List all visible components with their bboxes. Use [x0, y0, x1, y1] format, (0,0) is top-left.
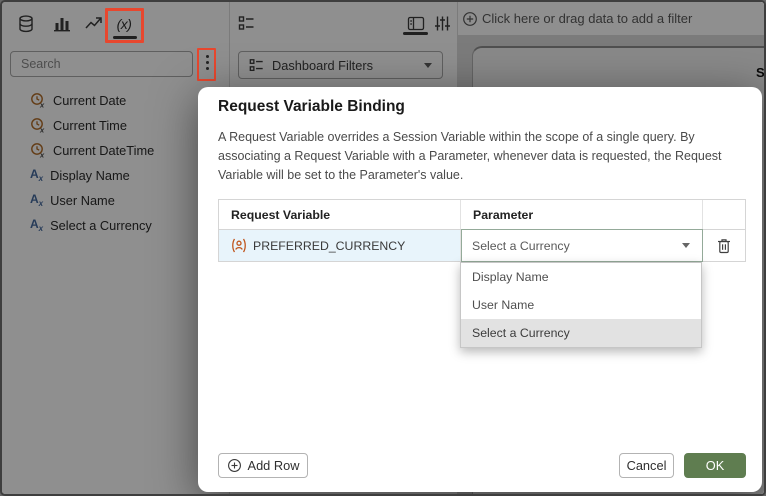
cancel-label: Cancel — [626, 458, 667, 473]
app-window: (x) Search x Current Date x Current Time… — [0, 0, 766, 496]
session-variable-icon — [232, 238, 246, 253]
binding-table: Request Variable Parameter PREFERRED_CUR… — [218, 199, 746, 262]
parameter-cell: Select a Currency — [461, 229, 703, 262]
parameter-select-value: Select a Currency — [472, 238, 570, 253]
annotation-box-fx-icon — [105, 8, 144, 43]
plus-circle-icon — [227, 459, 241, 472]
dialog-title: Request Variable Binding — [218, 98, 405, 115]
trash-icon — [718, 238, 730, 253]
column-header-request-variable: Request Variable — [219, 200, 461, 229]
add-row-button[interactable]: Add Row — [218, 453, 308, 478]
request-variable-binding-dialog: Request Variable Binding A Request Varia… — [198, 87, 762, 492]
dropdown-option-select-a-currency[interactable]: Select a Currency — [461, 319, 701, 347]
dialog-description: A Request Variable overrides a Session V… — [218, 130, 722, 182]
dropdown-option-user-name[interactable]: User Name — [461, 291, 701, 319]
column-header-actions — [703, 200, 745, 229]
annotation-box-kebab — [197, 48, 216, 81]
ok-label: OK — [705, 458, 725, 473]
dropdown-option-display-name[interactable]: Display Name — [461, 263, 701, 291]
add-row-label: Add Row — [247, 458, 300, 473]
column-header-parameter: Parameter — [461, 200, 703, 229]
table-header-row: Request Variable Parameter — [219, 200, 745, 230]
parameter-dropdown-menu: Display Name User Name Select a Currency — [460, 262, 702, 348]
parameter-select[interactable]: Select a Currency — [461, 229, 703, 262]
delete-row-button[interactable] — [703, 230, 745, 261]
table-row: PREFERRED_CURRENCY Select a Currency — [219, 229, 745, 262]
request-variable-cell: PREFERRED_CURRENCY — [219, 230, 461, 261]
request-variable-name: PREFERRED_CURRENCY — [253, 238, 406, 253]
actions-cell — [703, 230, 745, 261]
chevron-down-icon — [682, 243, 690, 248]
cancel-button[interactable]: Cancel — [619, 453, 674, 478]
ok-button[interactable]: OK — [684, 453, 746, 478]
